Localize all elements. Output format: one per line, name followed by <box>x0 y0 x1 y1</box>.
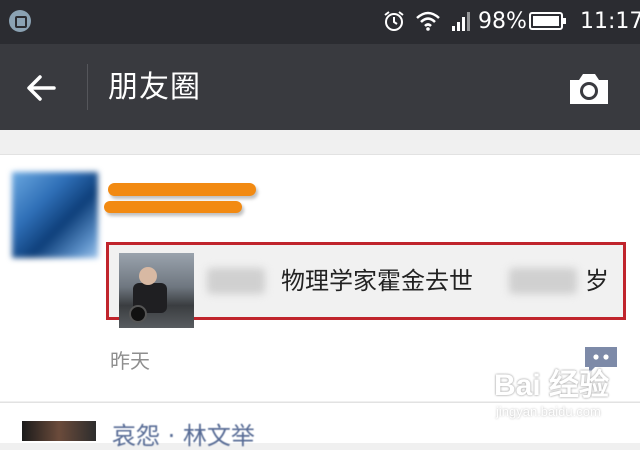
link-thumbnail <box>119 253 194 328</box>
back-arrow-icon[interactable] <box>18 66 62 110</box>
post-time: 昨天 <box>110 349 150 373</box>
camera-icon[interactable] <box>566 68 612 108</box>
title-bar: 朋友圈 <box>0 44 640 130</box>
poster-name-redacted <box>104 182 260 218</box>
battery-percent: 98% <box>478 9 527 34</box>
avatar[interactable] <box>22 421 96 441</box>
poster-name[interactable]: 哀怨 · 林文举 <box>112 423 255 449</box>
shared-link-card[interactable]: 物理学家霍金去世 岁 <box>106 242 626 328</box>
baidu-jingyan-watermark: Bai 经验 jingyan.baidu.com <box>494 360 634 430</box>
wifi-icon <box>416 11 440 31</box>
signal-icon <box>452 12 470 31</box>
alarm-icon <box>384 11 404 31</box>
status-bar: 98% 11:17 <box>0 0 640 44</box>
watermark-url: jingyan.baidu.com <box>496 404 601 419</box>
page-title: 朋友圈 <box>108 70 201 105</box>
blurred-text <box>207 268 265 294</box>
status-time: 11:17 <box>580 9 640 34</box>
blurred-text <box>509 268 577 294</box>
battery-icon <box>529 12 566 30</box>
avatar[interactable] <box>12 172 98 258</box>
app-notification-icon <box>9 10 31 32</box>
feed-header-gap <box>0 130 640 154</box>
title-divider <box>87 64 88 110</box>
watermark-text: Bai 经验 <box>494 369 610 402</box>
link-title: 物理学家霍金去世 <box>281 267 473 295</box>
link-title-suffix: 岁 <box>585 267 609 295</box>
